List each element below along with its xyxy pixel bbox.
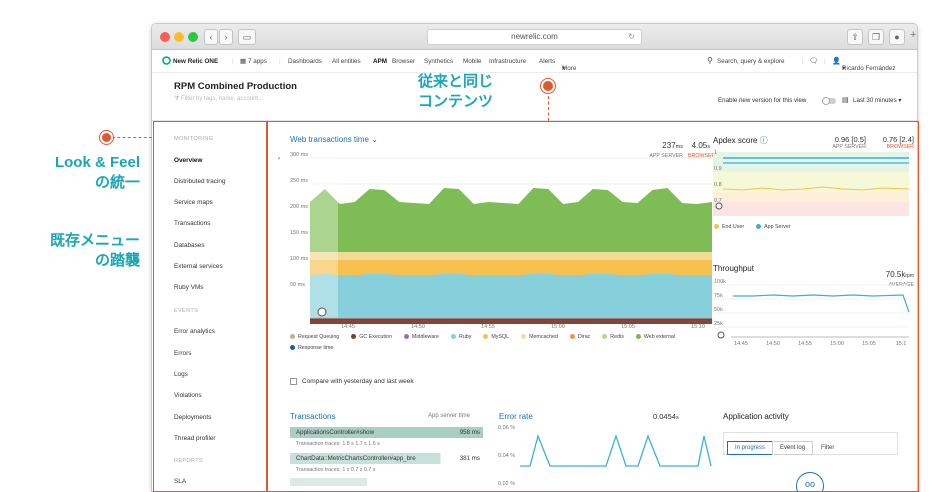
nav-apm[interactable]: APM — [373, 58, 387, 65]
top-navigation: New Relic ONE | ▦ 7 apps | Dashboards Al… — [152, 51, 917, 73]
brand-name[interactable]: New Relic ONE — [173, 58, 218, 65]
share-icon[interactable]: ⇪ — [847, 29, 863, 45]
page-header: RPM Combined Production ⧩ Filter by tags… — [152, 73, 917, 121]
annotation-menu-line1: 既存メニュー — [49, 232, 140, 249]
feedback-icon[interactable]: 🗨 — [809, 57, 818, 65]
calendar-icon: ▤ — [842, 97, 849, 104]
screenshot-root: ‹ › ▭ newrelic.com ↻ ⇪ ❐ ● + New Relic ON… — [0, 0, 948, 492]
sidebar-toggle-icon[interactable]: ▭ — [238, 29, 256, 45]
filter-icon: ⧩ — [174, 96, 180, 102]
annotation-content: 従来と同じ コンテンツ — [418, 72, 493, 112]
new-version-toggle[interactable] — [822, 97, 836, 105]
nav-browser[interactable]: Browser — [392, 58, 415, 65]
search-icon[interactable]: ⚲ — [707, 56, 713, 65]
annotation-look-line1: Look & Feel — [54, 154, 140, 171]
annotation-content-line1: 従来と同じ — [418, 73, 494, 90]
new-relic-logo-icon — [162, 56, 171, 67]
nav-dashboards[interactable]: Dashboards — [288, 58, 322, 65]
tabs-icon[interactable]: ❐ — [868, 29, 884, 45]
user-name: Ricardo Fernández — [842, 65, 896, 72]
time-range-picker[interactable]: Last 30 minutes ▾ — [853, 97, 902, 104]
chevron-down-icon: ▾ — [898, 97, 902, 104]
minimize-window-button[interactable] — [174, 32, 184, 42]
browser-chrome: ‹ › ▭ newrelic.com ↻ ⇪ ❐ ● + — [152, 24, 917, 50]
reload-icon[interactable]: ↻ — [628, 30, 635, 44]
enable-new-version-label: Enable new version for this view — [718, 97, 807, 104]
content-marker-dot — [541, 79, 555, 93]
chevron-down-icon: ▾ — [842, 65, 846, 72]
nav-all-entities[interactable]: All entities — [332, 58, 361, 65]
nav-alerts[interactable]: Alerts — [539, 58, 555, 65]
apps-icon[interactable]: ▦ — [240, 58, 246, 65]
look-connector-line — [112, 137, 152, 138]
filter-input[interactable]: ⧩ Filter by tags, name, account... — [174, 96, 263, 103]
new-tab-icon[interactable]: + — [910, 29, 916, 41]
nav-divider: | — [824, 58, 826, 65]
nav-infrastructure[interactable]: Infrastructure — [489, 58, 526, 65]
filter-placeholder: Filter by tags, name, account... — [181, 96, 264, 102]
page-title: RPM Combined Production — [174, 81, 297, 92]
extension-icon[interactable]: ● — [889, 29, 905, 45]
content-connector-line — [548, 96, 549, 121]
annotation-content-line2: コンテンツ — [418, 93, 494, 110]
content-highlight-box — [267, 121, 919, 492]
back-icon[interactable]: ‹ — [204, 29, 218, 45]
url-text: newrelic.com — [511, 32, 558, 41]
annotation-look-feel: Look & Feel の統一 — [55, 153, 140, 193]
address-bar[interactable]: newrelic.com ↻ — [427, 29, 642, 45]
annotation-menu: 既存メニュー の踏襲 — [50, 231, 140, 271]
forward-icon[interactable]: › — [219, 29, 233, 45]
nav-synthetics[interactable]: Synthetics — [424, 58, 453, 65]
look-marker-dot — [100, 131, 113, 144]
chevron-down-icon: ▾ — [562, 65, 566, 72]
nav-mobile[interactable]: Mobile — [463, 58, 482, 65]
search-button[interactable]: Search, query & explore — [717, 58, 785, 65]
time-range-label: Last 30 minutes — [853, 97, 897, 104]
annotation-menu-line2: の踏襲 — [94, 252, 140, 269]
nav-divider: | — [279, 58, 281, 65]
avatar[interactable]: 👤 — [832, 57, 841, 65]
annotation-look-line2: の統一 — [94, 174, 140, 191]
close-window-button[interactable] — [160, 32, 170, 42]
apps-button[interactable]: 7 apps — [248, 58, 267, 65]
zoom-window-button[interactable] — [188, 32, 198, 42]
sidebar-highlight-box — [153, 121, 267, 492]
nav-divider: | — [232, 58, 234, 65]
nav-divider: | — [802, 58, 804, 65]
